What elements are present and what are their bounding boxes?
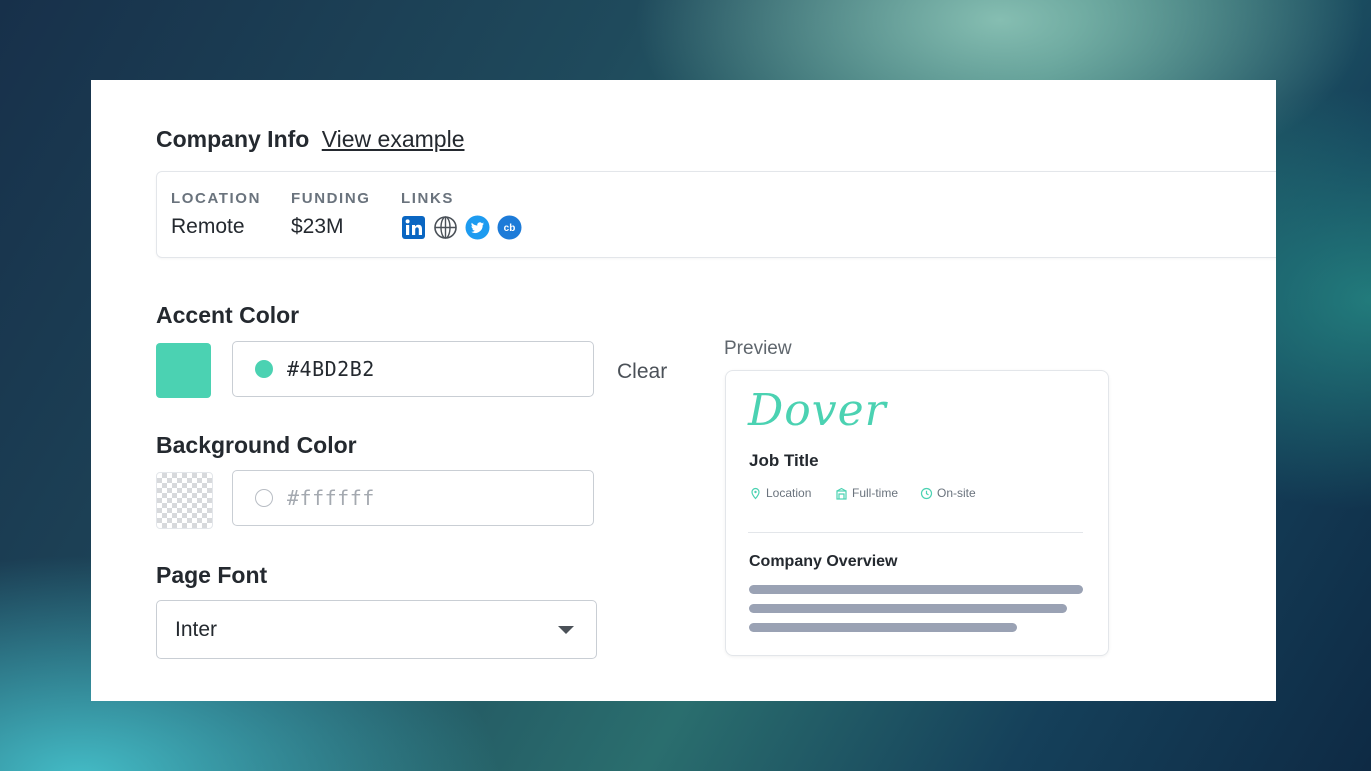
- background-color-title: Background Color: [156, 432, 357, 458]
- location-label: LOCATION: [171, 190, 262, 207]
- accent-color-value: #4BD2B2: [287, 357, 375, 381]
- company-info-heading: Company Info View example: [156, 126, 465, 153]
- settings-card: Company Info View example LOCATION Remot…: [91, 80, 1276, 701]
- background-color-dot: [255, 489, 273, 507]
- accent-color-dot: [255, 360, 273, 378]
- social-links: cb: [401, 215, 522, 240]
- meta-onsite: On-site: [920, 486, 976, 500]
- accent-color-title: Accent Color: [156, 302, 300, 328]
- links-label: LINKS: [401, 190, 454, 207]
- preview-card: Dover Job Title Location Full-time On-si…: [725, 370, 1109, 656]
- company-overview-title: Company Overview: [749, 553, 898, 570]
- preview-job-title: Job Title: [749, 451, 819, 470]
- location-value: Remote: [171, 215, 245, 238]
- page-font-value: Inter: [175, 617, 218, 641]
- background-color-placeholder: #ffffff: [287, 486, 375, 510]
- meta-fulltime-label: Full-time: [852, 486, 899, 500]
- funding-value: $23M: [291, 215, 344, 238]
- twitter-icon[interactable]: [465, 215, 490, 240]
- text-placeholder-bar: [749, 604, 1067, 613]
- accent-color-swatch[interactable]: [156, 343, 211, 398]
- background-color-input[interactable]: #ffffff: [232, 470, 594, 526]
- text-placeholder-bar: [749, 585, 1083, 594]
- location-pin-icon: [751, 487, 760, 499]
- funding-field: FUNDING $23M: [291, 190, 371, 239]
- preview-divider: [748, 532, 1083, 533]
- crunchbase-icon[interactable]: cb: [497, 215, 522, 240]
- background-color-swatch[interactable]: [156, 472, 213, 529]
- globe-icon[interactable]: [433, 215, 458, 240]
- links-field: LINKS cb: [401, 190, 522, 240]
- meta-location: Location: [749, 486, 811, 500]
- preview-label: Preview: [724, 338, 792, 359]
- clear-button[interactable]: Clear: [617, 360, 667, 384]
- company-info-box: LOCATION Remote FUNDING $23M LINKS cb: [156, 171, 1276, 258]
- meta-onsite-label: On-site: [937, 486, 976, 500]
- page-font-title: Page Font: [156, 562, 268, 588]
- view-example-link[interactable]: View example: [322, 126, 465, 152]
- funding-label: FUNDING: [291, 190, 371, 207]
- page-font-select[interactable]: Inter: [156, 600, 597, 659]
- company-info-title: Company Info: [156, 126, 310, 152]
- text-placeholder-bar: [749, 623, 1017, 632]
- location-field: LOCATION Remote: [171, 190, 261, 239]
- clock-icon: [920, 487, 933, 499]
- svg-text:cb: cb: [504, 223, 516, 234]
- linkedin-icon[interactable]: [401, 215, 426, 240]
- chevron-down-icon: [558, 626, 574, 634]
- accent-color-input[interactable]: #4BD2B2: [232, 341, 594, 397]
- meta-location-label: Location: [766, 486, 812, 500]
- brand-logo: Dover: [748, 385, 887, 436]
- meta-fulltime: Full-time: [835, 486, 898, 500]
- building-icon: [836, 487, 847, 500]
